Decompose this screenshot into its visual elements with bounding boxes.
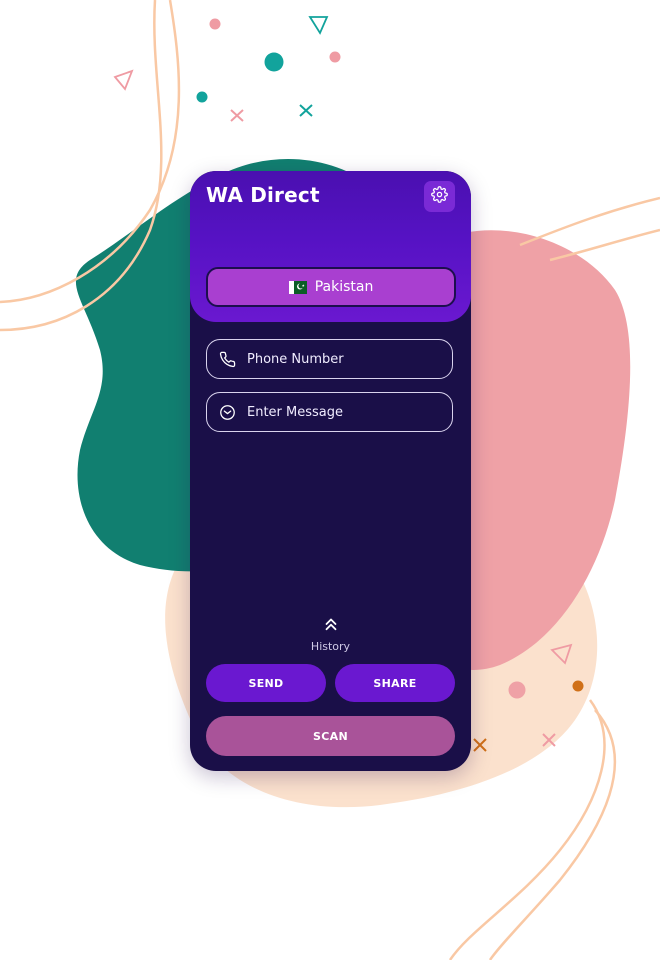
app-title: WA Direct	[206, 183, 320, 207]
history-toggle[interactable]: History	[190, 615, 471, 653]
pakistan-flag-icon	[288, 280, 307, 294]
confetti-dot	[209, 18, 221, 30]
app-header: WA Direct Pakistan	[190, 171, 471, 322]
confetti-dot	[508, 681, 526, 699]
scan-button[interactable]: SCAN	[206, 716, 455, 756]
line-4	[549, 228, 660, 262]
phone-number-field[interactable]	[206, 339, 453, 379]
phone-number-input[interactable]	[247, 351, 437, 367]
share-button[interactable]: SHARE	[335, 664, 455, 702]
phone-icon	[207, 351, 247, 368]
confetti-cross	[230, 109, 244, 122]
confetti-triangle	[113, 69, 134, 91]
country-label: Pakistan	[314, 279, 374, 295]
line-3	[519, 196, 660, 247]
confetti-cross	[299, 104, 313, 117]
message-icon	[207, 404, 247, 421]
confetti-dot	[572, 680, 584, 692]
country-selector-button[interactable]: Pakistan	[206, 267, 456, 307]
gear-icon	[431, 186, 448, 207]
settings-button[interactable]	[424, 181, 455, 212]
confetti-dot	[196, 91, 208, 103]
confetti-dot	[264, 52, 284, 72]
message-input[interactable]	[247, 404, 437, 420]
history-label: History	[310, 640, 351, 653]
send-button[interactable]: SEND	[206, 664, 326, 702]
message-field[interactable]	[206, 392, 453, 432]
confetti-dot	[329, 51, 341, 63]
phone-screen: WA Direct Pakistan Phone Number Enter Me…	[190, 171, 471, 771]
confetti-triangle	[308, 16, 329, 35]
double-chevron-up-icon	[322, 615, 340, 636]
